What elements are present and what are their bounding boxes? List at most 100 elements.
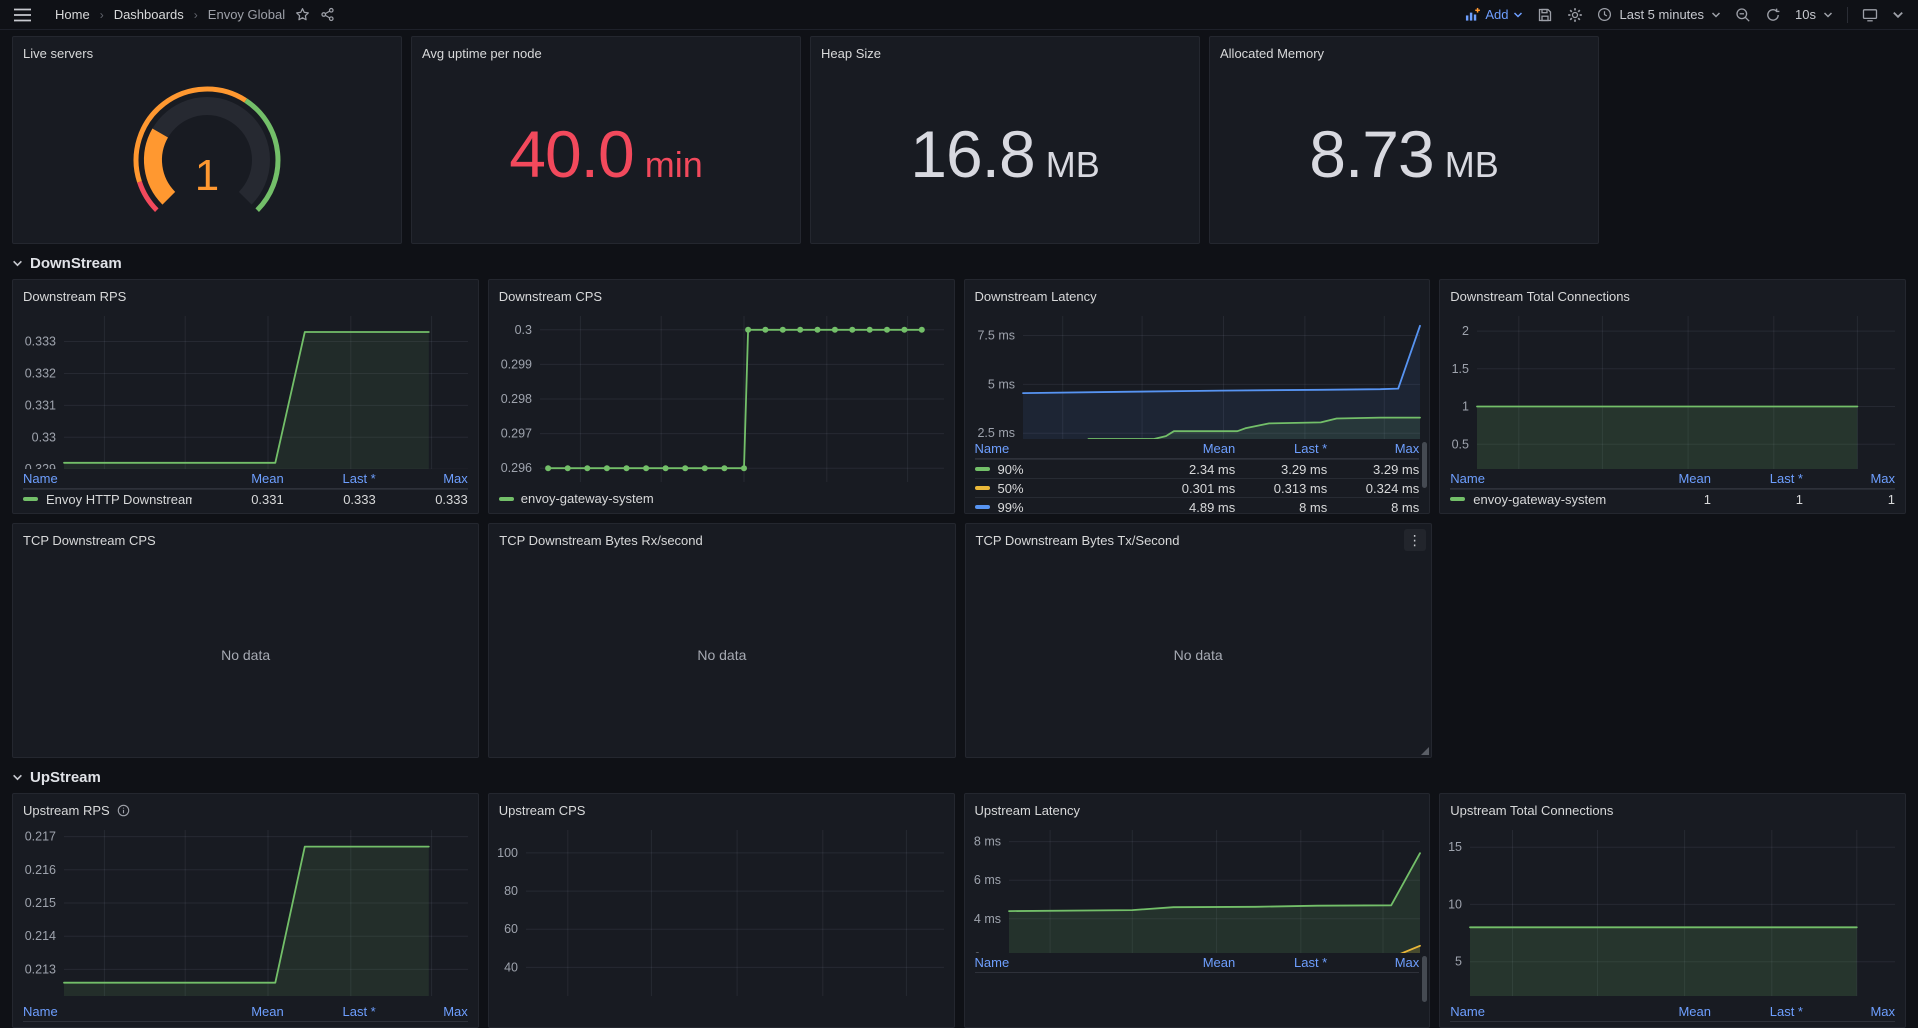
downstream-latency-chart[interactable]: 7.5 ms5 ms2.5 ms0 ms15:24:0015:25:0015:2… <box>965 308 1430 439</box>
legend-col[interactable]: Max <box>376 1004 468 1019</box>
upstream-cps-legend <box>489 1003 954 1027</box>
legend-scrollbar[interactable] <box>1422 956 1427 1002</box>
upstream-total-connections-chart[interactable]: 1510515:24:0015:25:0015:26:0015:27:0015:… <box>1440 822 1905 1002</box>
legend-col[interactable]: Mean <box>1619 471 1711 486</box>
dashboard-settings-gear-icon[interactable] <box>1567 7 1583 23</box>
panel-title[interactable]: Upstream CPS <box>489 794 954 822</box>
panel-title[interactable]: Heap Size <box>811 37 1199 65</box>
legend-col[interactable]: Last * <box>1711 471 1803 486</box>
panel-downstream-latency: Downstream Latency 7.5 ms5 ms2.5 ms0 ms1… <box>964 279 1431 514</box>
legend-col[interactable]: Max <box>1327 441 1419 456</box>
time-range-picker[interactable]: Last 5 minutes <box>1597 7 1721 22</box>
svg-text:15: 15 <box>1448 840 1462 854</box>
add-button[interactable]: Add <box>1465 7 1523 22</box>
panel-resize-handle[interactable] <box>1421 747 1429 755</box>
panel-upstream-rps: Upstream RPS 0.2170.2160.2150.2140.21315… <box>12 793 479 1028</box>
legend-header: NameMeanLast *Max <box>1450 469 1895 489</box>
legend-col[interactable]: Last * <box>284 1004 376 1019</box>
legend-col[interactable]: Max <box>1803 471 1895 486</box>
legend-value: 1 <box>1711 492 1803 507</box>
zoom-out-time-icon[interactable] <box>1735 7 1751 23</box>
svg-text:6 ms: 6 ms <box>973 873 1000 887</box>
legend-col[interactable]: Mean <box>1143 955 1235 970</box>
legend-series-name[interactable]: 50% <box>975 481 1144 496</box>
downstream-total-connections-legend: NameMeanLast *Maxenvoy-gateway-system111 <box>1440 469 1905 513</box>
legend-col-name[interactable]: Name <box>23 471 192 486</box>
panel-title[interactable]: Live servers <box>13 37 401 65</box>
legend-series-name[interactable]: 99% <box>975 500 1144 514</box>
panel-title[interactable]: Downstream RPS <box>13 280 478 308</box>
panel-title[interactable]: Upstream Total Connections <box>1440 794 1905 822</box>
legend-col[interactable]: Mean <box>192 1004 284 1019</box>
legend-series-name[interactable]: envoy-gateway-system <box>1450 492 1619 507</box>
tv-mode-icon[interactable] <box>1862 7 1878 23</box>
legend-series-name[interactable]: Envoy HTTP Downstream Rq total <box>23 492 192 507</box>
panel-title[interactable]: TCP Downstream Bytes Tx/Second <box>966 524 1431 552</box>
section-downstream[interactable]: DownStream <box>0 244 1918 279</box>
upstream-latency-chart[interactable]: 8 ms6 ms4 ms2 ms0 ms15:24:0015:25:0015:2… <box>965 822 1430 953</box>
panel-title[interactable]: Allocated Memory <box>1210 37 1598 65</box>
panel-title[interactable]: Downstream Total Connections <box>1440 280 1905 308</box>
legend-col[interactable]: Mean <box>192 471 284 486</box>
breadcrumb-separator: › <box>194 8 198 22</box>
legend-value: 8 ms <box>1327 500 1419 514</box>
upstream-cps-chart[interactable]: 10080604015:24:0015:25:0015:26:0015:27:0… <box>489 822 954 1003</box>
legend-col[interactable]: Mean <box>1143 441 1235 456</box>
svg-text:0.33: 0.33 <box>32 430 56 444</box>
series-swatch <box>975 505 990 509</box>
legend-col[interactable]: Last * <box>284 471 376 486</box>
panel-title[interactable]: TCP Downstream Bytes Rx/second <box>489 524 954 552</box>
refresh-interval-picker[interactable]: 10s <box>1795 7 1833 22</box>
series-swatch <box>23 497 38 501</box>
legend-value: 0.333 <box>284 492 376 507</box>
upstream-rps-legend: NameMeanLast *Max <box>13 1002 478 1027</box>
downstream-rps-chart[interactable]: 0.3330.3320.3310.330.32915:24:0015:25:00… <box>13 308 478 469</box>
legend-col-name[interactable]: Name <box>975 441 1144 456</box>
legend-item[interactable]: envoy-gateway-system <box>499 491 654 506</box>
legend-col[interactable]: Max <box>1803 1004 1895 1019</box>
panel-menu-kebab-icon[interactable]: ⋮ <box>1404 529 1426 551</box>
panel-title[interactable]: TCP Downstream CPS <box>13 524 478 552</box>
legend-col-name[interactable]: Name <box>1450 471 1619 486</box>
panel-title[interactable]: Upstream Latency <box>965 794 1430 822</box>
breadcrumb-dashboards[interactable]: Dashboards <box>114 7 184 22</box>
svg-text:100: 100 <box>497 846 518 860</box>
share-icon[interactable] <box>320 7 335 22</box>
panel-downstream-total-connections: Downstream Total Connections 21.510.5015… <box>1439 279 1906 514</box>
legend-row: 90%2.34 ms3.29 ms3.29 ms <box>975 459 1420 478</box>
upstream-rps-chart[interactable]: 0.2170.2160.2150.2140.21315:24:0015:25:0… <box>13 822 478 1002</box>
legend-col[interactable]: Last * <box>1235 955 1327 970</box>
legend-col[interactable]: Mean <box>1619 1004 1711 1019</box>
star-icon[interactable] <box>295 7 310 22</box>
legend-col-name[interactable]: Name <box>975 955 1144 970</box>
panel-title[interactable]: Downstream CPS <box>489 280 954 308</box>
panel-title[interactable]: Upstream RPS <box>13 794 478 822</box>
empty-grid-space <box>1441 523 1906 758</box>
panel-title[interactable]: Downstream Latency <box>965 280 1430 308</box>
svg-text:5: 5 <box>1455 955 1462 969</box>
stat-number: 40.0 <box>509 121 633 187</box>
legend-series-name[interactable]: 90% <box>975 462 1144 477</box>
downstream-cps-chart[interactable]: 0.30.2990.2980.2970.29615:24:0015:25:001… <box>489 308 954 489</box>
breadcrumb-home[interactable]: Home <box>55 7 90 22</box>
legend-header: NameMeanLast *Max <box>23 469 468 489</box>
panel-title[interactable]: Avg uptime per node <box>412 37 800 65</box>
chevron-down-icon[interactable] <box>1892 9 1904 21</box>
legend-col[interactable]: Max <box>376 471 468 486</box>
hamburger-menu-icon[interactable] <box>14 8 31 22</box>
legend-col[interactable]: Last * <box>1711 1004 1803 1019</box>
legend-col[interactable]: Max <box>1327 955 1419 970</box>
legend-col-name[interactable]: Name <box>23 1004 192 1019</box>
legend-scrollbar[interactable] <box>1422 442 1427 488</box>
svg-text:0.298: 0.298 <box>500 392 531 406</box>
refresh-icon[interactable] <box>1765 7 1781 23</box>
save-dashboard-icon[interactable] <box>1537 7 1553 23</box>
svg-text:0.296: 0.296 <box>500 461 531 475</box>
downstream-total-connections-chart[interactable]: 21.510.5015:24:0015:25:0015:26:0015:27:0… <box>1440 308 1905 469</box>
legend-col-name[interactable]: Name <box>1450 1004 1619 1019</box>
svg-text:7.5 ms: 7.5 ms <box>977 329 1015 343</box>
info-icon[interactable] <box>117 804 130 817</box>
legend-col[interactable]: Last * <box>1235 441 1327 456</box>
section-upstream[interactable]: UpStream <box>0 758 1918 793</box>
svg-text:0.215: 0.215 <box>25 896 56 910</box>
